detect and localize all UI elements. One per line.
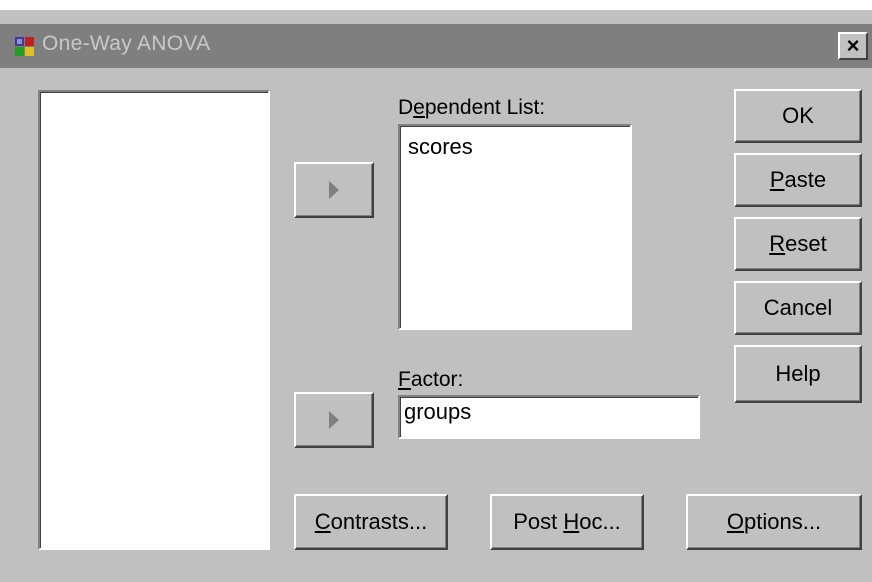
dependent-list-label: Dependent List: <box>398 96 546 119</box>
factor-label: Factor: <box>398 368 464 391</box>
factor-value: groups <box>404 399 472 424</box>
contrasts-button[interactable]: Contrasts... <box>294 494 448 550</box>
paste-button[interactable]: Paste <box>734 153 862 207</box>
title-bar[interactable]: One-Way ANOVA × <box>0 24 872 68</box>
list-item[interactable]: scores <box>408 134 473 160</box>
window-title: One-Way ANOVA <box>42 32 211 55</box>
right-arrow-icon <box>329 181 339 199</box>
post-hoc-button[interactable]: Post Hoc... <box>490 494 644 550</box>
factor-field[interactable]: groups <box>398 395 700 439</box>
right-arrow-icon <box>329 411 339 429</box>
move-to-factor-button[interactable] <box>294 392 374 448</box>
source-variable-list[interactable] <box>38 90 270 550</box>
one-way-anova-dialog: One-Way ANOVA × Dependent List: scores F… <box>0 10 872 582</box>
move-to-dependent-button[interactable] <box>294 162 374 218</box>
dependent-list[interactable]: scores <box>398 124 632 330</box>
app-icon <box>15 37 34 56</box>
close-icon: × <box>846 33 860 58</box>
cancel-button[interactable]: Cancel <box>734 281 862 335</box>
close-button[interactable]: × <box>838 32 868 60</box>
help-button[interactable]: Help <box>734 345 862 403</box>
reset-button[interactable]: Reset <box>734 217 862 271</box>
ok-button[interactable]: OK <box>734 89 862 143</box>
options-button[interactable]: Options... <box>686 494 862 550</box>
